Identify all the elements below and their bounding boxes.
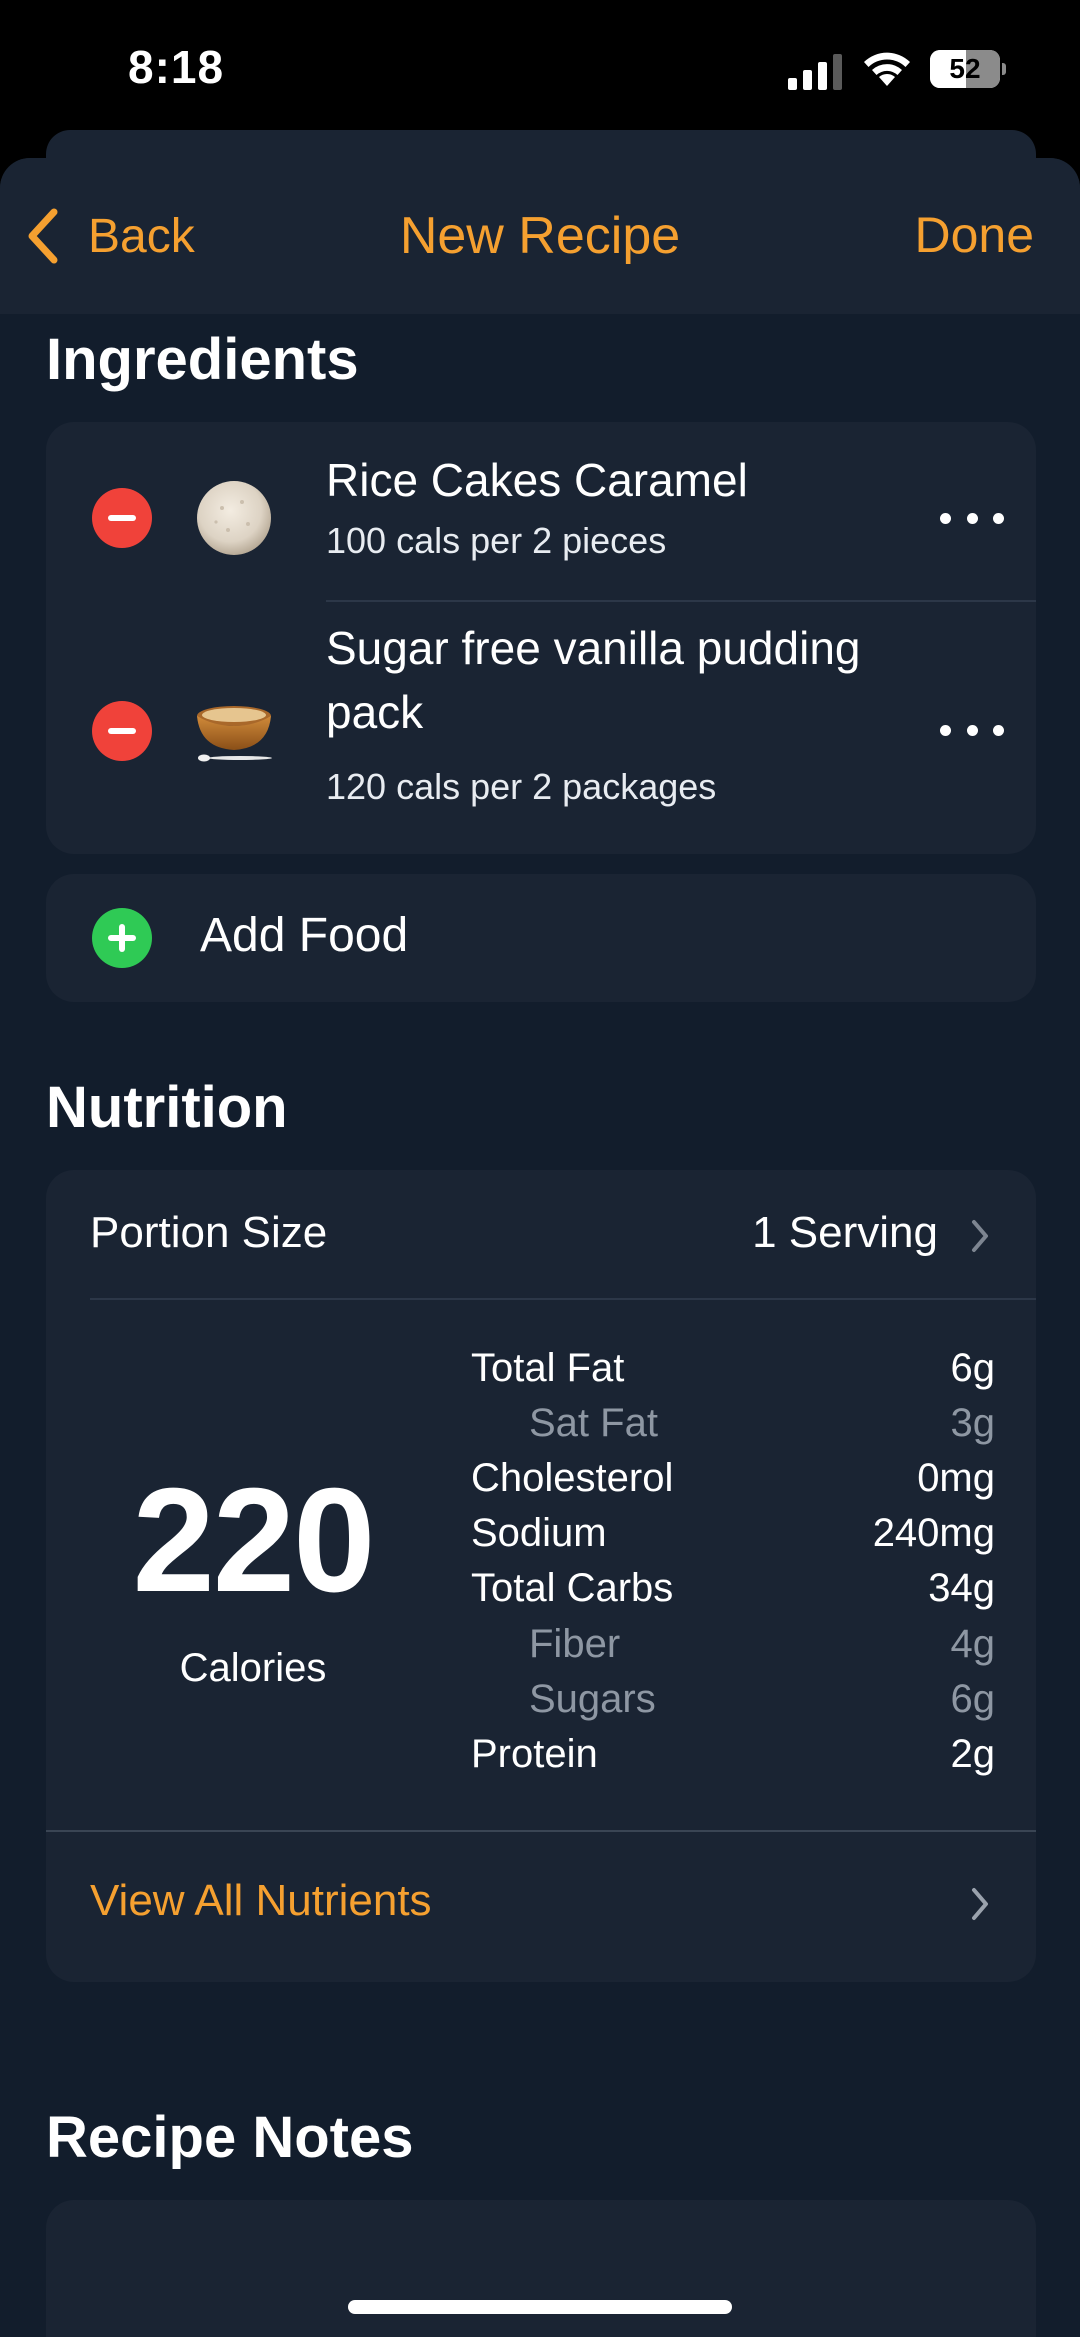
nutrient-value: 240mg — [872, 1511, 995, 1555]
chevron-right-icon — [972, 1888, 988, 1920]
nutrient-label: Fiber — [529, 1622, 621, 1666]
recipe-notes-field[interactable] — [46, 2200, 1036, 2337]
nav-bar: Back New Recipe Done — [0, 158, 1080, 314]
nutrient-label: Total Carbs — [471, 1566, 674, 1610]
dot — [940, 724, 951, 736]
view-all-nutrients-label: View All Nutrients — [90, 1876, 432, 1925]
recipe-notes-heading: Recipe Notes — [46, 2105, 414, 2170]
wifi-icon — [864, 52, 910, 86]
nutrition-card: Portion Size 1 Serving 220 Calories Tota… — [46, 1170, 1036, 1982]
nutrient-value: 4g — [950, 1622, 996, 1666]
chevron-right-icon — [972, 1220, 988, 1252]
nutrient-label: Total Fat — [471, 1346, 625, 1390]
nutrient-row-fiber: Fiber 4g — [471, 1622, 995, 1674]
battery-icon: 52 — [930, 50, 1006, 88]
portion-size-value: 1 Serving — [752, 1208, 938, 1257]
more-options-button[interactable] — [940, 498, 1004, 538]
nutrient-value: 3g — [950, 1401, 996, 1445]
back-button[interactable]: Back — [22, 198, 195, 274]
add-food-label: Add Food — [200, 909, 409, 962]
nutrient-value: 6g — [950, 1677, 996, 1721]
nutrient-row-sugars: Sugars 6g — [471, 1677, 995, 1729]
portion-size-label: Portion Size — [90, 1208, 328, 1257]
battery-body: 52 — [930, 50, 1000, 88]
nutrient-label: Sodium — [471, 1511, 607, 1555]
screen: 8:18 52 Back New Recipe Done Ingredients… — [0, 0, 1080, 2337]
plus-icon — [92, 908, 152, 968]
nutrient-row-sat-fat: Sat Fat 3g — [471, 1401, 995, 1453]
status-time: 8:18 — [128, 41, 225, 93]
dot — [966, 724, 978, 736]
battery-nub — [1002, 63, 1006, 75]
chevron-left-icon — [28, 208, 58, 264]
remove-ingredient-button[interactable] — [92, 701, 152, 761]
ingredients-list: Rice Cakes Caramel 100 cals per 2 pieces — [46, 422, 1036, 854]
portion-size-row[interactable]: Portion Size 1 Serving — [46, 1170, 1036, 1298]
nutrition-heading: Nutrition — [46, 1075, 288, 1140]
add-food-button[interactable]: Add Food — [46, 874, 1036, 1002]
remove-ingredient-button[interactable] — [92, 488, 152, 548]
ingredient-row[interactable]: Sugar free vanilla pudding pack 120 cals… — [46, 602, 1036, 854]
battery-percent: 52 — [949, 53, 981, 84]
back-label: Back — [88, 209, 195, 263]
nutrient-label: Cholesterol — [471, 1456, 674, 1500]
nutrient-label: Sugars — [529, 1677, 656, 1721]
nutrient-value: 6g — [950, 1346, 996, 1390]
ingredient-name: Rice Cakes Caramel — [326, 454, 748, 506]
nutrient-row-total-fat: Total Fat 6g — [471, 1346, 995, 1398]
ingredients-heading: Ingredients — [46, 327, 359, 392]
recipe-sheet: Back New Recipe Done Ingredients Rice Ca… — [0, 158, 1080, 2337]
nutrient-row-cholesterol: Cholesterol 0mg — [471, 1456, 995, 1508]
cellular-signal-icon — [788, 54, 842, 90]
dot — [993, 512, 1004, 524]
nutrient-label: Sat Fat — [529, 1401, 658, 1445]
nutrient-label: Protein — [471, 1732, 598, 1776]
ingredient-name: Sugar free vanilla pudding pack — [326, 622, 861, 738]
home-indicator[interactable] — [348, 2300, 732, 2314]
ingredient-calories: 120 cals per 2 packages — [326, 766, 717, 807]
rice-cake-image — [197, 481, 271, 555]
dot — [993, 724, 1004, 736]
ingredient-row[interactable]: Rice Cakes Caramel 100 cals per 2 pieces — [46, 422, 1036, 602]
pudding-bowl-image — [197, 706, 272, 762]
nutrient-row-sodium: Sodium 240mg — [471, 1511, 995, 1563]
done-button[interactable]: Done — [914, 206, 1034, 264]
divider — [90, 1298, 1036, 1300]
status-bar: 8:18 52 — [0, 0, 1080, 140]
nutrient-value: 0mg — [917, 1456, 995, 1500]
nutrient-value: 2g — [950, 1732, 996, 1776]
dot — [940, 512, 951, 524]
more-options-button[interactable] — [940, 710, 1004, 750]
nutrient-value: 34g — [928, 1566, 995, 1610]
view-all-nutrients-button[interactable]: View All Nutrients — [46, 1832, 1036, 1982]
ingredient-calories: 100 cals per 2 pieces — [326, 520, 667, 561]
calories-label: Calories — [179, 1646, 327, 1690]
dot — [966, 512, 978, 524]
calories-value: 220 — [132, 1458, 376, 1623]
nutrient-row-total-carbs: Total Carbs 34g — [471, 1566, 995, 1618]
nutrient-row-protein: Protein 2g — [471, 1732, 995, 1784]
